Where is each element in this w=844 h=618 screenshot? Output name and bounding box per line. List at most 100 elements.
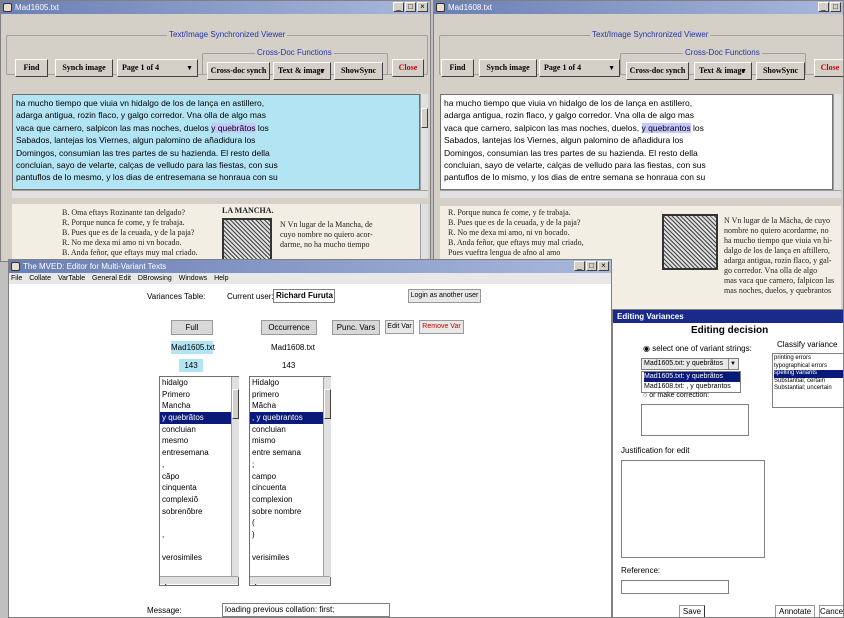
classify-variance-list[interactable]: printing errors typographical errors spe…: [772, 353, 843, 408]
list-item[interactable]: entresemana: [160, 447, 238, 459]
radio-selected-icon[interactable]: ◉: [643, 344, 650, 353]
list-item[interactable]: [160, 541, 238, 553]
edit-var-button[interactable]: Edit Var: [385, 320, 414, 334]
list-item[interactable]: Hidalgo: [250, 377, 330, 389]
list-item[interactable]: complexion: [250, 494, 330, 506]
list-item[interactable]: Primero: [160, 389, 238, 401]
right-variant-list[interactable]: Hidalgo primero Mãcha , y quebrantos con…: [249, 376, 331, 586]
list-item[interactable]: mismo: [250, 435, 330, 447]
list-item[interactable]: [250, 564, 330, 576]
list-item[interactable]: Mãcha: [250, 400, 330, 412]
close-button[interactable]: Close: [392, 59, 424, 77]
minimize-icon[interactable]: _: [574, 261, 585, 271]
left-text-pane[interactable]: ha mucho tiempo que viuia vn hidalgo de …: [12, 94, 420, 190]
list-item[interactable]: verisimiles: [250, 552, 330, 564]
scroll-thumb[interactable]: [324, 389, 331, 419]
synch-image-button[interactable]: Synch image: [55, 59, 113, 77]
classify-item[interactable]: typographical errors: [774, 363, 843, 371]
left-variant-list[interactable]: hidalgo Primero Mancha y quebrãtos concl…: [159, 376, 239, 586]
list-item[interactable]: primero: [250, 389, 330, 401]
list-item[interactable]: verosimiles: [160, 552, 238, 564]
image-vertical-scrollbar[interactable]: [420, 204, 428, 261]
variant-option[interactable]: Mad1608.txt: , y quebrantos: [644, 382, 740, 392]
list-item[interactable]: ,: [160, 459, 238, 471]
menu-dbrowsing[interactable]: DBrowsing: [138, 275, 172, 282]
find-button[interactable]: Find: [441, 59, 474, 77]
cross-doc-synch-button[interactable]: Cross-doc synch: [626, 62, 689, 80]
dialog-titlebar[interactable]: Editing Variances: [613, 310, 843, 323]
list-item-selected[interactable]: , y quebrantos: [250, 412, 330, 424]
scroll-thumb[interactable]: [421, 108, 428, 128]
showsync-button[interactable]: ShowSync: [334, 62, 383, 80]
maximize-icon[interactable]: □: [586, 261, 597, 271]
minimize-icon[interactable]: _: [393, 2, 404, 12]
classify-item[interactable]: Substantial; uncertain: [774, 385, 843, 393]
correction-textarea[interactable]: [641, 404, 749, 436]
save-button[interactable]: Save: [679, 605, 705, 617]
list-item[interactable]: (: [250, 517, 330, 529]
editor-titlebar[interactable]: The MVED: Editor for Multi-Variant Texts…: [9, 260, 611, 273]
menu-windows[interactable]: Windows: [179, 275, 207, 282]
right-text-pane[interactable]: ha mucho tiempo que viuia vn hidalgo de …: [440, 94, 833, 190]
close-icon[interactable]: ×: [598, 261, 609, 271]
highlighted-variant[interactable]: y quebrãtos: [211, 122, 256, 133]
menu-file[interactable]: File: [11, 275, 22, 282]
list-item[interactable]: ;: [250, 459, 330, 471]
radio-unselected-icon[interactable]: ○: [643, 392, 647, 399]
close-button[interactable]: Close: [814, 59, 843, 77]
text-horizontal-scrollbar[interactable]: [12, 190, 428, 198]
maximize-icon[interactable]: □: [405, 2, 416, 12]
variant-combo[interactable]: Mad1605.txt: y quebrãtos ▼: [641, 358, 739, 370]
minimize-icon[interactable]: _: [818, 2, 829, 12]
list-item[interactable]: [160, 517, 238, 529]
full-button[interactable]: Full: [171, 320, 213, 335]
punc-vars-button[interactable]: Punc. Vars: [332, 320, 380, 335]
page-dropdown[interactable]: Page 1 of 4 ▼: [117, 59, 198, 77]
variant-options-list[interactable]: Mad1605.txt: y quebrãtos Mad1608.txt: , …: [641, 371, 741, 393]
list-item[interactable]: Mancha: [160, 400, 238, 412]
list-item-selected[interactable]: y quebrãtos: [160, 412, 238, 424]
menu-help[interactable]: Help: [214, 275, 228, 282]
right-list-scrollbar[interactable]: [323, 377, 331, 577]
list-item[interactable]: cincuenta: [250, 482, 330, 494]
scroll-thumb[interactable]: [232, 389, 239, 419]
text-vertical-scrollbar[interactable]: [833, 94, 841, 190]
reference-input[interactable]: [621, 580, 729, 594]
text-horizontal-scrollbar[interactable]: [440, 190, 841, 198]
justification-textarea[interactable]: [621, 460, 765, 558]
list-item[interactable]: concluian: [160, 424, 238, 436]
occurrence-button[interactable]: Occurrence: [261, 320, 317, 335]
page-dropdown[interactable]: Page 1 of 4 ▼: [539, 59, 620, 77]
list-item[interactable]: sobrenõbre: [160, 506, 238, 518]
annotate-button[interactable]: Annotate: [775, 605, 815, 617]
left-window-titlebar[interactable]: Mad1605.txt _ □ ×: [1, 1, 430, 14]
login-as-another-user-button[interactable]: Login as another user: [408, 289, 481, 303]
list-item[interactable]: campo: [250, 471, 330, 483]
highlighted-variant[interactable]: y quebrantos: [641, 122, 691, 133]
text-image-dropdown[interactable]: Text & image ▼: [694, 62, 752, 80]
list-item[interactable]: concluian: [250, 424, 330, 436]
synch-image-button[interactable]: Synch image: [479, 59, 537, 77]
menu-collate[interactable]: Collate: [29, 275, 51, 282]
cross-doc-synch-button[interactable]: Cross-doc synch: [207, 62, 270, 80]
find-button[interactable]: Find: [15, 59, 48, 77]
list-item[interactable]: cinquenta: [160, 482, 238, 494]
left-list-hscrollbar[interactable]: [160, 576, 238, 584]
list-item[interactable]: cãpo: [160, 471, 238, 483]
classify-item-selected[interactable]: spelling variants: [774, 370, 843, 378]
list-item[interactable]: hidalgo: [160, 377, 238, 389]
maximize-icon[interactable]: □: [830, 2, 841, 12]
right-list-hscrollbar[interactable]: [250, 576, 330, 584]
menu-vartable[interactable]: VarTable: [58, 275, 85, 282]
classify-item[interactable]: Substantial; certain: [774, 378, 843, 386]
menu-general-edit[interactable]: General Edit: [92, 275, 131, 282]
remove-var-button[interactable]: Remove Var: [419, 320, 464, 334]
classify-item[interactable]: printing errors: [774, 355, 843, 363]
showsync-button[interactable]: ShowSync: [756, 62, 805, 80]
cancel-button[interactable]: Cance: [819, 605, 843, 617]
list-item[interactable]: mesmo: [160, 435, 238, 447]
text-vertical-scrollbar[interactable]: [420, 94, 428, 190]
right-window-titlebar[interactable]: Mad1608.txt _ □: [434, 1, 843, 14]
list-item[interactable]: ): [250, 529, 330, 541]
text-image-dropdown[interactable]: Text & image ▼: [273, 62, 331, 80]
